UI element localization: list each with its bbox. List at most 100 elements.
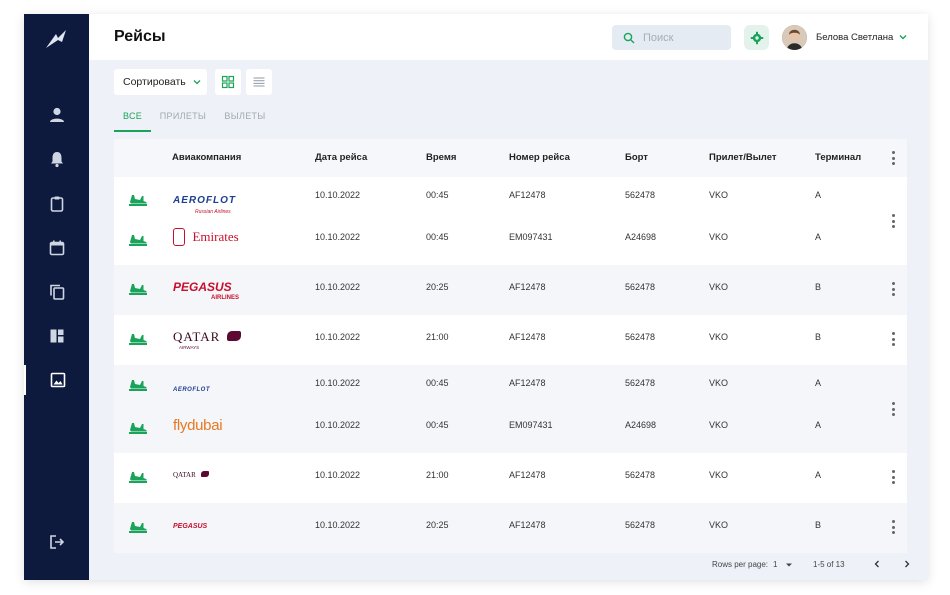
terminal: B [815,282,822,292]
column-terminal[interactable]: Терминал [815,152,861,163]
plane-arrival-icon [129,472,147,483]
flight-number: EM097431 [509,232,553,242]
flight-number: AF12478 [509,378,546,388]
sidebar-item-tasks[interactable] [24,189,89,219]
airline-name: QATAR [173,329,221,344]
avatar[interactable] [782,25,807,50]
column-date[interactable]: Дата рейса [315,152,367,163]
tab-all[interactable]: ВСЕ [114,108,151,132]
header-more-menu[interactable] [888,151,898,165]
airline-logo-flydubai: flydubai [173,417,223,435]
rows-per-page-value[interactable]: 1 [773,560,777,569]
logout-icon [49,535,64,549]
plane-arrival-icon [129,522,147,533]
flight-time: 20:25 [426,520,449,530]
airline-name: PEGASUS [173,280,232,294]
sidebar-item-notifications[interactable] [24,144,89,174]
row-more-menu[interactable] [888,332,898,346]
terminal: B [815,332,822,342]
column-time[interactable]: Время [426,152,456,163]
board-number: 562478 [625,190,656,200]
terminal: B [815,520,822,530]
caret-down-icon[interactable] [784,560,794,570]
airline-subtitle: Russian Airlines [195,209,231,215]
column-arrival-departure[interactable]: Прилет/Вылет [709,152,777,163]
chevron-down-icon [193,80,201,85]
airline-logo-pegasus: PEGASUS AIRLINES [173,278,239,301]
airport-code: VKO [709,420,729,430]
flight-date: 10.10.2022 [315,232,361,242]
dashboard-icon [50,329,63,343]
airline-name: QATAR [173,471,196,479]
flights-table: Авиакомпания Дата рейса Время Номер рейс… [114,139,907,553]
airport-code: VKO [709,232,729,242]
sidebar-item-calendar[interactable] [24,233,89,263]
page-title: Рейсы [114,28,166,45]
app-window: Рейсы Белова Светлана Сортировать ВСЕ ПР… [24,14,928,580]
app-logo [46,30,66,48]
grid-view-button[interactable] [215,69,241,95]
flight-date: 10.10.2022 [315,470,361,480]
emirates-emblem [173,228,185,246]
sidebar-item-logout[interactable] [24,527,89,557]
grid-icon [221,75,235,89]
sidebar-item-gallery[interactable] [24,365,89,395]
flight-number: AF12478 [509,332,546,342]
search-box[interactable] [612,25,731,50]
plane-arrival-icon [129,284,147,295]
airline-logo-qatar: QATAR [173,464,210,482]
terminal: A [815,232,822,242]
airport-code: VKO [709,470,729,480]
sidebar-item-profile[interactable] [24,100,89,130]
sidebar-item-copy[interactable] [24,277,89,307]
sort-dropdown[interactable]: Сортировать [114,69,207,95]
tab-arrivals[interactable]: ПРИЛЕТЫ [158,108,208,132]
oryx-icon [201,471,210,477]
airline-name: Emirates [192,229,239,244]
column-board[interactable]: Борт [625,152,648,163]
airline-logo-aeroflot: AEROFLOT [173,378,210,396]
terminal: A [815,420,822,430]
row-more-menu[interactable] [888,470,898,484]
board-number: A24698 [625,232,657,242]
user-icon [49,107,64,122]
column-airline[interactable]: Авиакомпания [172,152,241,163]
airport-code: VKO [709,520,729,530]
chevron-right-icon[interactable] [902,559,912,569]
user-name[interactable]: Белова Светлана [816,32,893,43]
airport-code: VKO [709,378,729,388]
airline-subtitle: AIRLINES [211,295,240,301]
airline-logo-aeroflot: AEROFLOT Russian Airlines [173,190,236,215]
tab-departures[interactable]: ВЫЛЕТЫ [223,108,267,132]
terminal: A [815,190,822,200]
chevron-left-icon[interactable] [872,559,882,569]
bell-icon [50,152,63,168]
sort-label: Сортировать [123,76,186,88]
search-input[interactable] [643,31,723,44]
flight-time: 21:00 [426,470,449,480]
column-flight-number[interactable]: Номер рейса [509,152,570,163]
settings-button[interactable] [744,25,769,50]
airline-logo-emirates: Emirates [173,228,239,246]
flight-date: 10.10.2022 [315,520,361,530]
row-more-menu[interactable] [888,520,898,534]
sidebar-item-dashboard[interactable] [24,321,89,351]
flight-number: AF12478 [509,520,546,530]
flight-number: EM097431 [509,420,553,430]
chevron-down-icon[interactable] [897,31,909,43]
airline-subtitle: AIRWAYS [179,345,200,350]
row-more-menu[interactable] [888,214,898,228]
row-more-menu[interactable] [888,402,898,416]
flight-number: AF12478 [509,282,546,292]
flight-time: 00:45 [426,420,449,430]
terminal: A [815,378,822,388]
plane-arrival-icon [129,380,147,391]
gear-icon [750,31,763,44]
calendar-icon [49,240,64,256]
flight-date: 10.10.2022 [315,378,361,388]
flight-date: 10.10.2022 [315,420,361,430]
row-more-menu[interactable] [888,282,898,296]
board-number: 562478 [625,470,656,480]
plane-arrival-icon [129,195,147,206]
list-view-button[interactable] [246,69,272,95]
